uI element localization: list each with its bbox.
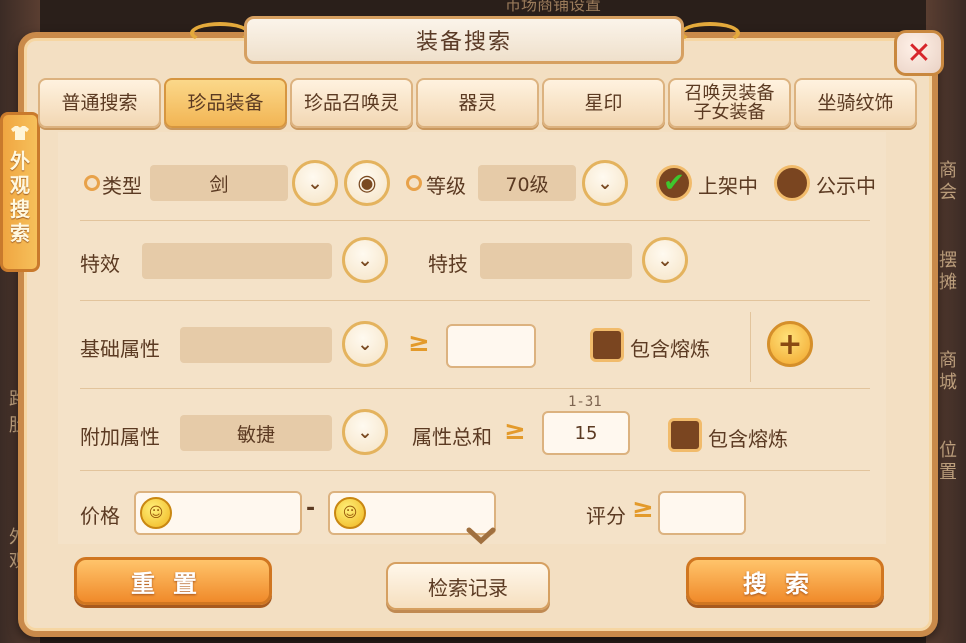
- tab-normal-search[interactable]: 普通搜索: [38, 78, 161, 128]
- tab-star-seal[interactable]: 星印: [542, 78, 665, 128]
- background-top-text: 市场商铺设置: [505, 0, 602, 14]
- chevron-down-icon: ⌄: [657, 249, 673, 271]
- search-history-label: 检索记录: [428, 575, 508, 600]
- extra-include-smelt-label: 包含熔炼: [708, 427, 788, 451]
- appearance-search-label: 外观搜索: [10, 149, 30, 245]
- base-attribute-input[interactable]: [446, 324, 536, 368]
- effect-dropdown-button[interactable]: ⌄: [342, 237, 388, 283]
- level-select[interactable]: 70级: [478, 165, 576, 201]
- background-right-text-2: 摆摊: [939, 250, 957, 293]
- chevron-down-icon: ⌄: [597, 172, 613, 194]
- chevron-down-icon: ⌄: [307, 172, 323, 194]
- eye-icon: ◉: [357, 170, 377, 196]
- divider: [80, 300, 870, 301]
- price-min-input[interactable]: ☺: [134, 491, 302, 535]
- level-label: 等级: [426, 174, 466, 198]
- greater-equal-icon: ≥: [408, 328, 430, 358]
- search-button-label: 搜索: [743, 569, 827, 598]
- chevron-down-icon: ⌄: [357, 333, 373, 355]
- type-label: 类型: [102, 174, 142, 198]
- level-marker-icon: [406, 175, 422, 191]
- chevron-down-icon: ⌄: [357, 249, 373, 271]
- checkmark-icon: ✔: [663, 168, 685, 198]
- category-tabs: 普通搜索 珍品装备 珍品召唤灵 器灵 星印 召唤灵装备 子女装备 坐骑纹饰: [38, 78, 917, 128]
- tab-summon-child-equipment[interactable]: 召唤灵装备 子女装备: [668, 78, 791, 128]
- effect-select[interactable]: [142, 243, 332, 279]
- background-right-text-1: 商会: [939, 160, 957, 203]
- on-sale-checkbox[interactable]: ✔: [656, 165, 692, 201]
- reset-button[interactable]: 重置: [74, 557, 272, 605]
- skill-select[interactable]: [480, 243, 632, 279]
- tab-rare-equipment[interactable]: 珍品装备: [164, 78, 287, 128]
- appearance-search-tab[interactable]: 外观搜索: [0, 112, 40, 272]
- price-separator: -: [306, 496, 316, 521]
- coin-icon: ☺: [334, 497, 366, 529]
- extra-attribute-label: 附加属性: [80, 425, 160, 449]
- greater-equal-icon: ≥: [504, 416, 526, 446]
- attribute-total-label: 属性总和: [412, 425, 492, 449]
- score-label: 评分: [586, 504, 626, 528]
- shirt-icon: [10, 125, 30, 145]
- score-input[interactable]: [658, 491, 746, 535]
- search-history-button[interactable]: 检索记录: [386, 562, 550, 610]
- base-attribute-dropdown-button[interactable]: ⌄: [342, 321, 388, 367]
- price-label: 价格: [80, 504, 120, 528]
- extra-include-smelt-checkbox[interactable]: [668, 418, 702, 452]
- dialog-title: 装备搜索: [415, 30, 512, 55]
- base-attribute-label: 基础属性: [80, 337, 160, 361]
- vertical-divider: [750, 312, 751, 382]
- add-attribute-button[interactable]: +: [767, 321, 813, 367]
- publicity-label: 公示中: [816, 174, 876, 198]
- reset-button-label: 重置: [131, 569, 215, 598]
- greater-equal-icon: ≥: [632, 494, 654, 524]
- background-right-text-4: 位置: [939, 440, 957, 483]
- skill-dropdown-button[interactable]: ⌄: [642, 237, 688, 283]
- publicity-checkbox[interactable]: [774, 165, 810, 201]
- plus-icon: +: [777, 326, 803, 362]
- base-attribute-select[interactable]: [180, 327, 332, 363]
- on-sale-label: 上架中: [698, 174, 758, 198]
- base-include-smelt-label: 包含熔炼: [630, 337, 710, 361]
- search-button[interactable]: 搜索: [686, 557, 884, 605]
- background-right-text-3: 商城: [939, 350, 957, 393]
- extra-attribute-dropdown-button[interactable]: ⌄: [342, 409, 388, 455]
- title-plate: 装备搜索: [244, 16, 684, 64]
- divider: [80, 470, 870, 471]
- tab-mount-pattern[interactable]: 坐骑纹饰: [794, 78, 917, 128]
- chevron-down-icon: ⌄: [357, 421, 373, 443]
- skill-label: 特技: [428, 252, 468, 276]
- scroll-down-icon[interactable]: [466, 526, 496, 551]
- effect-label: 特效: [80, 252, 120, 276]
- attribute-total-range-hint: 1-31: [568, 394, 602, 410]
- base-include-smelt-checkbox[interactable]: [590, 328, 624, 362]
- tab-rare-summon[interactable]: 珍品召唤灵: [290, 78, 413, 128]
- divider: [80, 220, 870, 221]
- close-button[interactable]: ✕: [894, 30, 944, 76]
- type-marker-icon: [84, 175, 100, 191]
- preview-button[interactable]: ◉: [344, 160, 390, 206]
- close-icon: ✕: [906, 35, 932, 71]
- tab-artifact-spirit[interactable]: 器灵: [416, 78, 539, 128]
- title-ornament-left: [190, 22, 250, 44]
- level-dropdown-button[interactable]: ⌄: [582, 160, 628, 206]
- type-dropdown-button[interactable]: ⌄: [292, 160, 338, 206]
- coin-icon: ☺: [140, 497, 172, 529]
- attribute-total-input[interactable]: 15: [542, 411, 630, 455]
- type-select[interactable]: 剑: [150, 165, 288, 201]
- divider: [80, 388, 870, 389]
- title-ornament-right: [680, 22, 740, 44]
- extra-attribute-select[interactable]: 敏捷: [180, 415, 332, 451]
